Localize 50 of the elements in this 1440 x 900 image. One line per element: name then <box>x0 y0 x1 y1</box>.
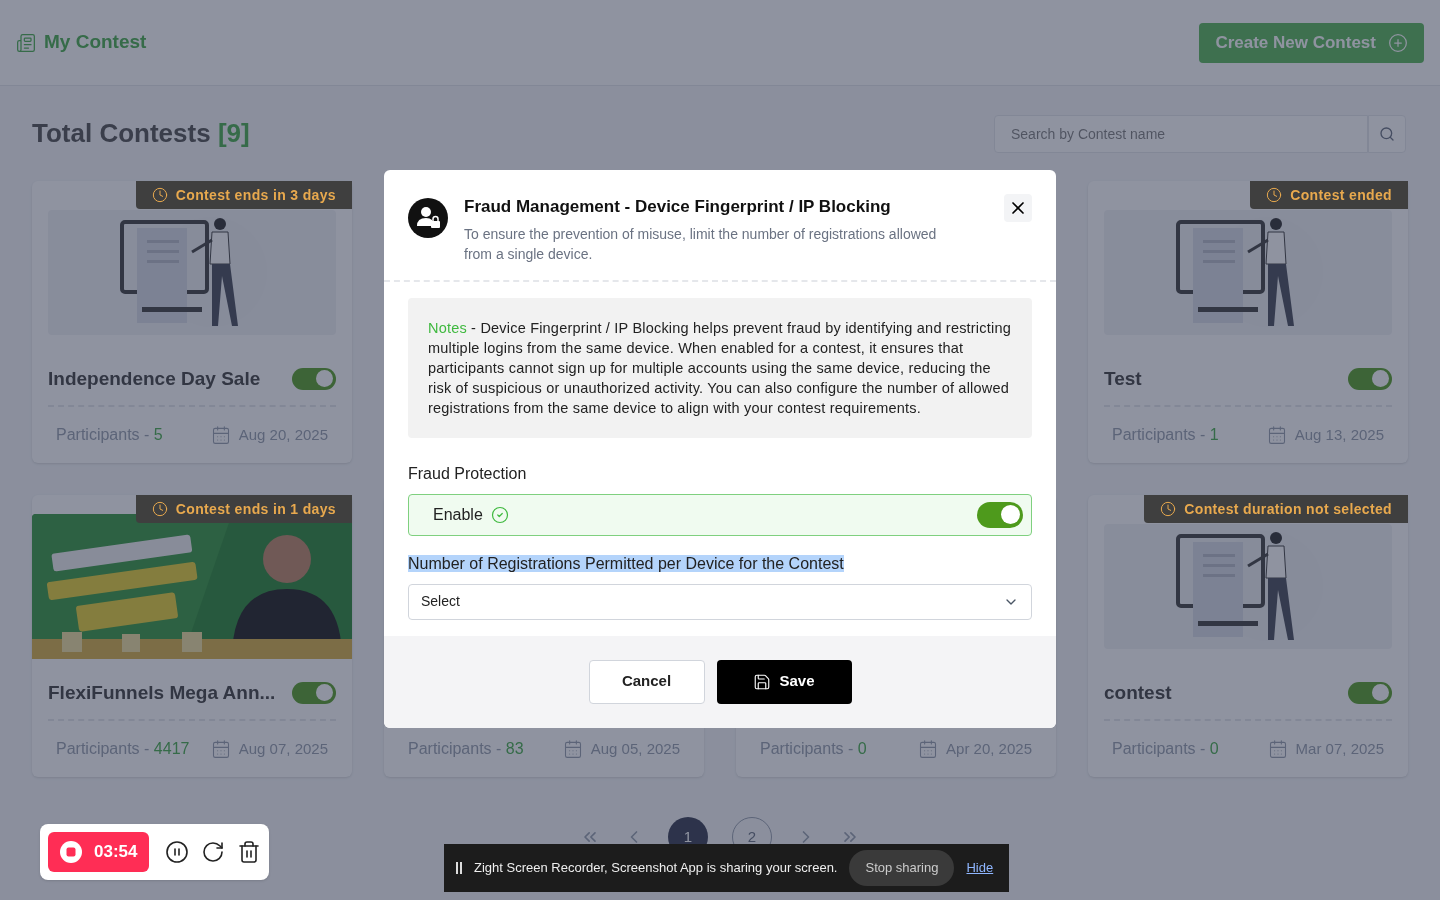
clock-icon <box>1266 187 1283 203</box>
search-icon <box>1379 125 1395 142</box>
restart-icon[interactable] <box>201 840 226 864</box>
pause-icon[interactable] <box>165 840 190 864</box>
enable-label: Enable <box>433 504 483 525</box>
modal-description: To ensure the prevention of misuse, limit the number of registrations allowed from a single device. <box>464 224 938 264</box>
stop-icon <box>60 841 82 863</box>
field-label: Number of Registrations Permitted per Device for the Contest <box>408 554 844 572</box>
contest-title: Test <box>1104 366 1142 391</box>
notes-text: Notes - Device Fingerprint / IP Blocking helps prevent fraud by identifying and restricting multiple logins from the same device. When enabled for a contest, it ensures that participants cannot sign up for multiple accounts using the same device, reducing the risk of suspicious or unauthorized activity. You can also configure the number of allowed registrations from the same device to align with your contest requirements. <box>428 318 1012 418</box>
hide-link[interactable]: Hide <box>966 858 994 878</box>
contest-title: Independence Day Sale <box>48 366 261 391</box>
contest-list-icon <box>16 32 36 53</box>
page-title: My Contest <box>44 30 147 55</box>
status-badge: Contest ended <box>1250 181 1408 209</box>
calendar-icon <box>210 425 231 445</box>
toggle-switch[interactable] <box>1348 681 1392 704</box>
total-contests-heading: Total Contests [9] <box>32 117 250 150</box>
calendar-icon <box>210 739 231 759</box>
close-button[interactable] <box>1004 194 1032 222</box>
search-field[interactable]: Search by Contest name <box>994 114 1368 153</box>
calendar-icon <box>1266 425 1287 445</box>
contest-title: FlexiFunnels Mega Ann... <box>48 680 276 705</box>
registrations-select[interactable]: Select <box>408 583 1032 620</box>
toggle-switch[interactable] <box>1348 367 1392 390</box>
calendar-icon <box>562 739 583 759</box>
section-label: Fraud Protection <box>408 463 528 484</box>
modal-title: Fraud Management - Device Fingerprint / IP Blocking <box>464 196 892 218</box>
toggle-switch[interactable] <box>292 681 336 704</box>
clock-icon <box>151 187 168 203</box>
toggle-switch[interactable] <box>977 501 1023 528</box>
user-lock-icon <box>408 198 448 238</box>
status-badge: Contest duration not selected <box>1144 495 1408 523</box>
share-message: Zight Screen Recorder, Screenshot App is sharing your screen. <box>474 859 838 878</box>
status-badge: Contest ends in 3 days <box>135 181 352 209</box>
save-button[interactable]: Save <box>716 659 852 704</box>
pause-bars-icon <box>456 862 462 874</box>
clock-icon <box>1160 501 1177 517</box>
stop-sharing-button[interactable]: Stop sharing <box>849 850 955 886</box>
toggle-switch[interactable] <box>292 367 336 390</box>
plus-icon <box>1388 32 1408 53</box>
recording-timer-button[interactable]: 03:54 <box>48 832 150 872</box>
cancel-button[interactable]: Cancel <box>588 659 705 704</box>
save-icon <box>753 672 772 691</box>
calendar-icon <box>918 739 939 759</box>
calendar-icon <box>1267 739 1288 759</box>
status-badge: Contest ends in 1 days <box>135 495 352 523</box>
clock-icon <box>151 501 168 517</box>
trash-icon[interactable] <box>237 840 262 864</box>
contest-title: contest <box>1104 680 1172 705</box>
